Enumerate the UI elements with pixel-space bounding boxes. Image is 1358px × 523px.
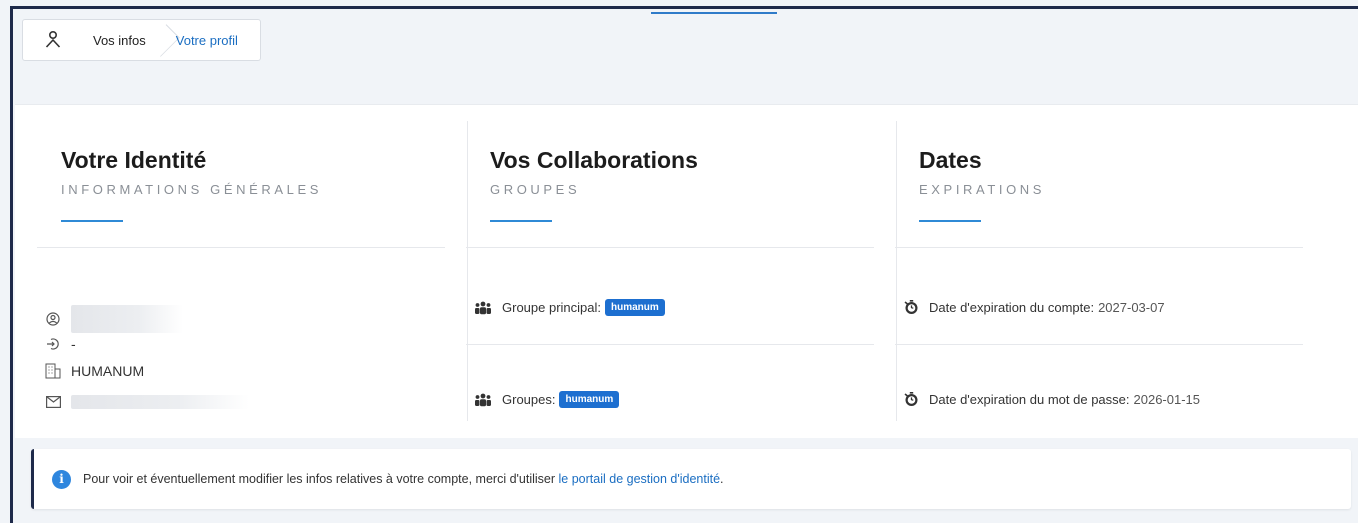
- top-accent-bar: [651, 12, 777, 14]
- organization-value: HUMANUM: [71, 363, 145, 379]
- main-group-row: Groupe principal: humanum: [474, 299, 665, 316]
- users-group-icon: [474, 301, 492, 315]
- main-group-badge: humanum: [605, 299, 665, 316]
- email-row: [45, 394, 249, 410]
- login-icon: [45, 336, 61, 352]
- user-circle-icon: [45, 311, 61, 327]
- identity-subtitle: INFORMATIONS GÉNÉRALES: [61, 182, 322, 197]
- app-frame: Vos infos Votre profil Votre Identité IN…: [10, 6, 1358, 523]
- identity-column: Votre Identité INFORMATIONS GÉNÉRALES -: [37, 105, 445, 438]
- title-underline: [61, 220, 123, 222]
- dates-title: Dates: [919, 147, 982, 173]
- breadcrumb-item-votre-profil[interactable]: Votre profil: [166, 20, 248, 60]
- collaborations-title: Vos Collaborations: [490, 147, 698, 173]
- info-notice: i Pour voir et éventuellement modifier l…: [31, 449, 1351, 509]
- stopwatch-icon: [903, 299, 919, 315]
- password-expiry-value: 2026-01-15: [1133, 391, 1201, 407]
- building-icon: [45, 363, 61, 379]
- title-underline: [919, 220, 981, 222]
- account-expiry-label: Date d'expiration du compte:: [929, 299, 1095, 315]
- account-expiry-row: Date d'expiration du compte: 2027-03-07: [903, 299, 1165, 315]
- divider: [466, 344, 874, 345]
- email-redacted: [71, 395, 249, 409]
- main-group-label: Groupe principal:: [502, 300, 601, 315]
- password-expiry-label: Date d'expiration du mot de passe:: [929, 391, 1130, 407]
- identity-title: Votre Identité: [61, 147, 207, 173]
- password-expiry-row: Date d'expiration du mot de passe: 2026-…: [903, 391, 1200, 407]
- title-underline: [490, 220, 552, 222]
- dates-subtitle: EXPIRATIONS: [919, 182, 1046, 197]
- collaborations-column: Vos Collaborations GROUPES Groupe princi…: [466, 105, 874, 438]
- profile-card: Votre Identité INFORMATIONS GÉNÉRALES -: [15, 104, 1358, 438]
- groups-badge: humanum: [559, 391, 620, 408]
- divider: [895, 247, 1303, 248]
- notice-suffix: .: [720, 472, 724, 486]
- users-group-icon: [474, 393, 492, 407]
- notice-text: Pour voir et éventuellement modifier les…: [83, 472, 724, 486]
- collaborations-subtitle: GROUPES: [490, 182, 581, 197]
- username-redacted: [71, 305, 183, 333]
- notice-message: Pour voir et éventuellement modifier les…: [83, 472, 556, 486]
- breadcrumb: Vos infos Votre profil: [22, 19, 261, 61]
- breadcrumb-item-vos-infos[interactable]: Vos infos: [83, 20, 156, 60]
- account-expiry-value: 2027-03-07: [1098, 299, 1165, 315]
- login-value: -: [71, 336, 76, 352]
- username-row: [45, 305, 183, 333]
- divider: [895, 344, 1303, 345]
- divider: [466, 247, 874, 248]
- organization-row: HUMANUM: [45, 363, 144, 379]
- user-profile-icon: [23, 31, 83, 49]
- envelope-icon: [45, 394, 61, 410]
- divider: [37, 247, 445, 248]
- login-row: -: [45, 336, 76, 352]
- stopwatch-icon: [903, 391, 919, 407]
- dates-column: Dates EXPIRATIONS Date d'expiration du c…: [895, 105, 1303, 438]
- identity-portal-link[interactable]: le portail de gestion d'identité: [559, 472, 721, 486]
- groups-label: Groupes:: [502, 392, 556, 407]
- groups-row: Groupes: humanum: [474, 391, 620, 408]
- breadcrumb-separator: [156, 19, 166, 61]
- info-icon: i: [52, 469, 71, 489]
